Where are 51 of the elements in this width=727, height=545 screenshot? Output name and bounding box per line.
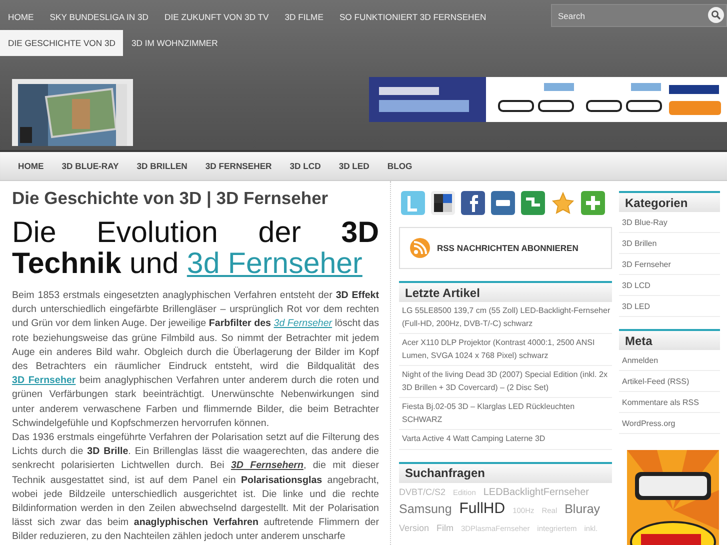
nav-tab[interactable]: SO FUNKTIONIERT 3D FERNSEHEN [331, 4, 494, 30]
article-paragraph: Beim 1853 erstmals eingesetzten anaglyphischen Verfahren entsteht der 3D Effekt durch unterschiedlich eingefärbte Brillengläser – ursprünglich Rot vor dem rechten und Grün vor dem linken Auge. Der jeweilige Farbfilter des 3d Fernseher löscht das rote beziehungsweise das grüne Filmbild aus. So nimmt der Betrachter mit jedem Auge ein anderes Bild wahr. Obgleich durch die Überlagerung der Bilder im Kopf des Betrachters ein räumlicher Eindruck entsteht, wird die Bildqualität des 3D Fernseher beim anaglyphischen Verfahren unter anderem durch die roten und grünen Verfärbungen stark beeinträchtigt. Unerwünschte Nebenwirkungen sind unter anderem verwaschene Farben und flimmernde Bilder, die beim Betrachter Schwindelgefühle und Kopfschmerzen hervorrufen können. [12, 289, 379, 431]
category-link[interactable]: 3D LED [619, 296, 720, 317]
rss-icon [409, 237, 431, 259]
category-link[interactable]: 3D Blue-Ray [619, 212, 720, 233]
headline-link[interactable]: 3d Fernseher [186, 247, 362, 280]
widget-header: Suchanfragen [399, 462, 612, 482]
plus-icon[interactable] [581, 191, 605, 215]
article-link[interactable]: Varta Active 4 Watt Camping Laterne 3D [399, 430, 612, 450]
text-link[interactable]: 3D Fernseher [12, 375, 76, 386]
nav-tab[interactable]: DIE ZUKUNFT VON 3D TV [156, 4, 277, 30]
nav-tab[interactable]: 3D IM WOHNZIMMER [123, 30, 226, 56]
headline: Die Evolution der 3D Technik und 3d Fernseher [12, 217, 379, 279]
nav-link[interactable]: 3D LCD [282, 161, 331, 171]
tag-link[interactable]: FullHD [459, 500, 506, 516]
search-icon [711, 10, 721, 20]
nav-tab[interactable]: 3D FILME [276, 4, 332, 30]
nav-link[interactable]: HOME [10, 161, 54, 171]
nav-link[interactable]: 3D FERNSEHER [197, 161, 282, 171]
meta-link[interactable]: Artikel-Feed (RSS) [619, 371, 720, 392]
share-icon[interactable] [461, 191, 485, 215]
article-link[interactable]: Night of the living Dead 3D (2007) Special Edition (inkl. 2x 3D Brillen + 3D Covercard) – (2 Disc Set) [399, 366, 612, 398]
nav-link[interactable]: BLOG [379, 161, 422, 171]
text-link[interactable]: 3D Fernsehern [230, 460, 304, 472]
nav-tab[interactable]: SKY BUNDESLIGA IN 3D [42, 4, 156, 30]
rss-subscribe-link[interactable]: RSS NACHRICHTEN ABONNIEREN [399, 227, 612, 269]
tag-link[interactable]: Bluray [564, 502, 600, 516]
share-icon[interactable] [431, 191, 455, 215]
tag-link[interactable]: Samsung [399, 502, 452, 516]
page-title: Die Geschichte von 3D | 3D Fernseher [12, 188, 330, 209]
article-link[interactable]: Acer X110 DLP Projektor (Kontrast 4000:1, 2500 ANSI Lumen, SVGA 1024 x 768 Pixel) schwarz [399, 334, 612, 366]
article-link[interactable]: LG 55LE8500 139,7 cm (55 Zoll) LED-Backlight-Fernseher (Full-HD, 200Hz, DVB-T/-C) schwarz [399, 302, 612, 334]
meta-link[interactable]: Anmelden [619, 350, 720, 371]
star-icon[interactable] [551, 191, 575, 215]
nav-link[interactable]: 3D BLUE-RAY [54, 161, 129, 171]
meta-link[interactable]: WordPress.org [619, 413, 720, 434]
nav-link[interactable]: 3D BRILLEN [128, 161, 198, 171]
article-paragraph: Das 1936 erstmals eingeführte Verfahren der Polarisation setzt auf die Filterung des Lichts durch die 3D Brille. Ein Brillenglas lässt die waagerechten, das andere die senkrecht polarisierten Lichtwellen durch. Bei 3D Fernsehern, die mit dieser Technik ausgestattet sind, ist auf dem Panel ein Polarisationsglas angebracht, wobei jede Bildzeile unterschiedlich ausgerichtet ist. Die linke und die rechte Bildinformation werden in den Zeilen abwechselnd dargestellt. Mit der Polarisation lässt sich zwar das beim anaglyphischen Verfahren auftretende Flimmern der Bilder reduzieren, zu den Nachteilen zählen jedoch unter anderem unscharfe [12, 431, 379, 544]
category-link[interactable]: 3D Fernseher [619, 254, 720, 275]
article-link[interactable]: Fiesta Bj.02-05 3D – Klarglas LED Rückleuchten SCHWARZ [399, 398, 612, 430]
widget-header: Meta [619, 329, 720, 350]
meta-link[interactable]: Kommentare als RSS [619, 392, 720, 413]
nav-tab[interactable]: DIE GESCHICHTE VON 3D [0, 30, 124, 56]
category-link[interactable]: 3D LCD [619, 275, 720, 296]
nav-link[interactable]: 3D LED [330, 161, 380, 171]
widget-header: Kategorien [619, 191, 720, 212]
widget-header: Letzte Artikel [399, 281, 612, 302]
nav-tab[interactable]: HOME [0, 4, 42, 30]
text-link[interactable]: 3d Fernseher [274, 318, 332, 330]
category-link[interactable]: 3D Brillen [619, 233, 720, 254]
search-field[interactable]: Search [551, 4, 727, 27]
